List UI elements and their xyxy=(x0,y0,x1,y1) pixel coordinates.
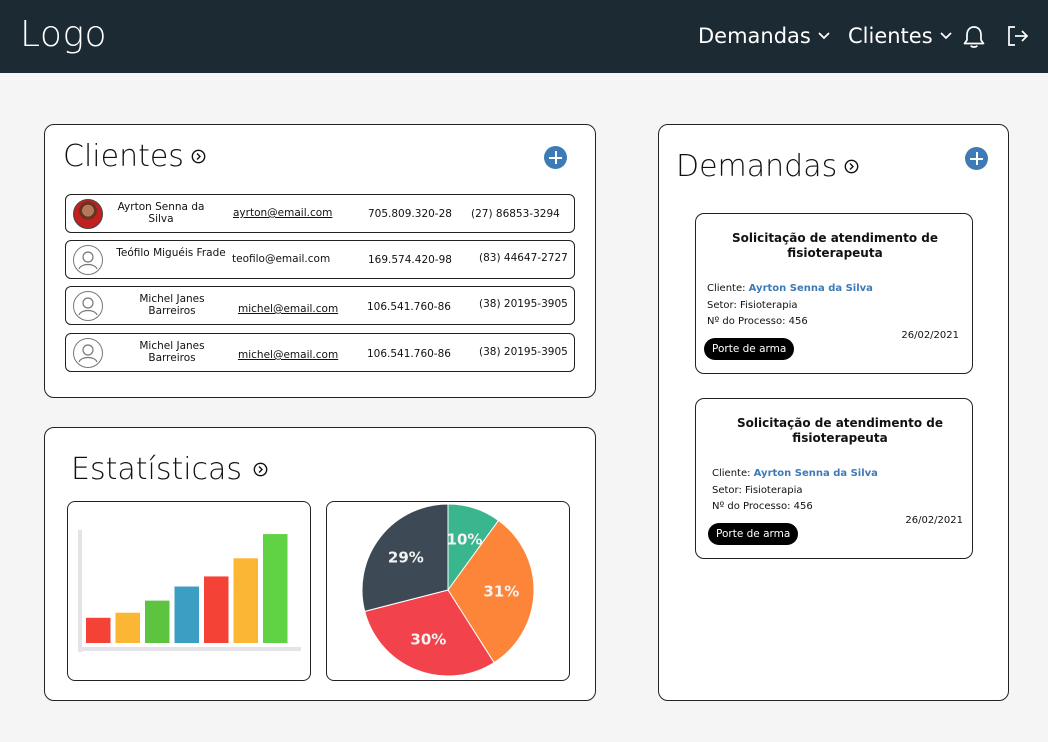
arrow-right-circle-icon[interactable] xyxy=(844,159,859,174)
client-email[interactable]: michel@email.com xyxy=(238,303,338,315)
client-phone: (27) 86853-3294 xyxy=(471,208,560,220)
demanda-tag[interactable]: Porte de arma xyxy=(704,338,795,360)
bar-5 xyxy=(204,576,229,643)
pie-label: 10% xyxy=(447,530,483,548)
demanda-cliente-label: Cliente: xyxy=(712,468,751,479)
bar-chart[interactable] xyxy=(67,501,311,681)
bell-icon[interactable] xyxy=(962,24,986,50)
client-cpf: 106.541.760-86 xyxy=(367,301,451,313)
demanda-date: 26/02/2021 xyxy=(905,515,963,526)
bar-4 xyxy=(174,586,199,643)
bar-3 xyxy=(145,600,170,643)
add-demanda-button[interactable] xyxy=(965,147,988,170)
bar-1 xyxy=(86,617,111,643)
pie-chart[interactable]: 10% 31% 30% 29% xyxy=(326,501,570,681)
arrow-right-circle-icon[interactable] xyxy=(253,462,268,477)
top-bar: Logo Demandas Clientes xyxy=(0,0,1048,73)
client-email[interactable]: ayrton@email.com xyxy=(233,207,332,219)
user-icon xyxy=(78,344,98,363)
logout-icon[interactable] xyxy=(1006,24,1030,48)
demanda-cliente: Cliente: Ayrton Senna da Silva xyxy=(712,468,878,479)
pie-label: 31% xyxy=(483,583,519,601)
arrow-right-circle-icon[interactable] xyxy=(191,149,206,164)
demanda-title: Solicitação de atendimento de fisioterap… xyxy=(731,231,938,260)
clientes-title-text: Clientes xyxy=(63,139,184,174)
avatar xyxy=(73,199,103,229)
demandas-title: Demandas xyxy=(676,149,859,184)
client-cpf: 106.541.760-86 xyxy=(367,348,451,360)
bar-7 xyxy=(263,534,288,643)
client-name: Michel Janes Barreiros xyxy=(139,340,205,364)
demanda-setor: Setor: Fisioterapia xyxy=(707,300,798,311)
demandas-card: Demandas Solicitação de atendimento de f… xyxy=(658,124,1009,701)
estatisticas-card: Estatísticas 10% 31% 30% 29% xyxy=(44,427,596,701)
demanda-item[interactable]: Solicitação de atendimento de fisioterap… xyxy=(695,213,973,374)
demandas-title-text: Demandas xyxy=(676,149,838,184)
pie-label: 30% xyxy=(410,631,446,649)
clientes-title: Clientes xyxy=(63,139,206,174)
nav-clientes[interactable]: Clientes xyxy=(848,24,953,48)
demanda-processo: Nº do Processo: 456 xyxy=(712,501,813,512)
user-icon xyxy=(78,251,98,270)
chevron-down-icon xyxy=(940,32,952,40)
client-row[interactable]: Michel Janes Barreiros michel@email.com … xyxy=(65,333,575,372)
nav-clientes-label: Clientes xyxy=(848,24,933,48)
demanda-setor: Setor: Fisioterapia xyxy=(712,485,803,496)
demanda-item[interactable]: Solicitação de atendimento de fisioterap… xyxy=(695,398,973,559)
user-icon xyxy=(78,297,98,316)
client-email[interactable]: michel@email.com xyxy=(238,349,338,361)
estatisticas-title: Estatísticas xyxy=(71,452,268,487)
client-cpf: 705.809.320-28 xyxy=(368,208,452,220)
client-name: Ayrton Senna da Silva xyxy=(117,201,205,225)
demanda-date: 26/02/2021 xyxy=(901,330,959,341)
client-row[interactable]: Michel Janes Barreiros michel@email.com … xyxy=(65,286,575,325)
demanda-tag[interactable]: Porte de arma xyxy=(708,523,799,545)
demanda-processo: Nº do Processo: 456 xyxy=(707,316,808,327)
add-client-button[interactable] xyxy=(544,146,567,169)
avatar xyxy=(73,291,103,321)
bar-2 xyxy=(115,612,140,643)
client-name: Teófilo Miguéis Frade xyxy=(116,247,226,259)
client-cpf: 169.574.420-98 xyxy=(368,254,452,266)
bar-chart-svg xyxy=(78,530,301,652)
chevron-down-icon xyxy=(818,32,830,40)
client-phone: (38) 20195-3905 xyxy=(479,346,568,358)
client-name: Michel Janes Barreiros xyxy=(139,293,205,317)
demanda-cliente-name[interactable]: Ayrton Senna da Silva xyxy=(754,468,878,479)
demanda-cliente-label: Cliente: xyxy=(707,283,746,294)
pie-chart-svg: 10% 31% 30% 29% xyxy=(361,503,535,677)
client-row[interactable]: Ayrton Senna da Silva ayrton@email.com 7… xyxy=(65,194,575,233)
clientes-card: Clientes Ayrton Senna da Silva ayrton@em… xyxy=(44,124,596,398)
nav-demandas[interactable]: Demandas xyxy=(698,24,831,48)
nav-demandas-label: Demandas xyxy=(698,24,811,48)
logo[interactable]: Logo xyxy=(20,14,107,55)
avatar xyxy=(73,338,103,368)
client-phone: (38) 20195-3905 xyxy=(479,298,568,310)
client-phone: (83) 44647-2727 xyxy=(479,252,568,264)
bar-6 xyxy=(233,558,258,643)
client-row[interactable]: Teófilo Miguéis Frade teofilo@email.com … xyxy=(65,240,575,279)
demanda-cliente-name[interactable]: Ayrton Senna da Silva xyxy=(749,283,873,294)
avatar xyxy=(73,245,103,275)
demanda-title: Solicitação de atendimento de fisioterap… xyxy=(736,416,943,445)
client-email[interactable]: teofilo@email.com xyxy=(232,253,330,265)
demanda-cliente: Cliente: Ayrton Senna da Silva xyxy=(707,283,873,294)
pie-label: 29% xyxy=(388,548,424,566)
estatisticas-title-text: Estatísticas xyxy=(71,452,243,487)
